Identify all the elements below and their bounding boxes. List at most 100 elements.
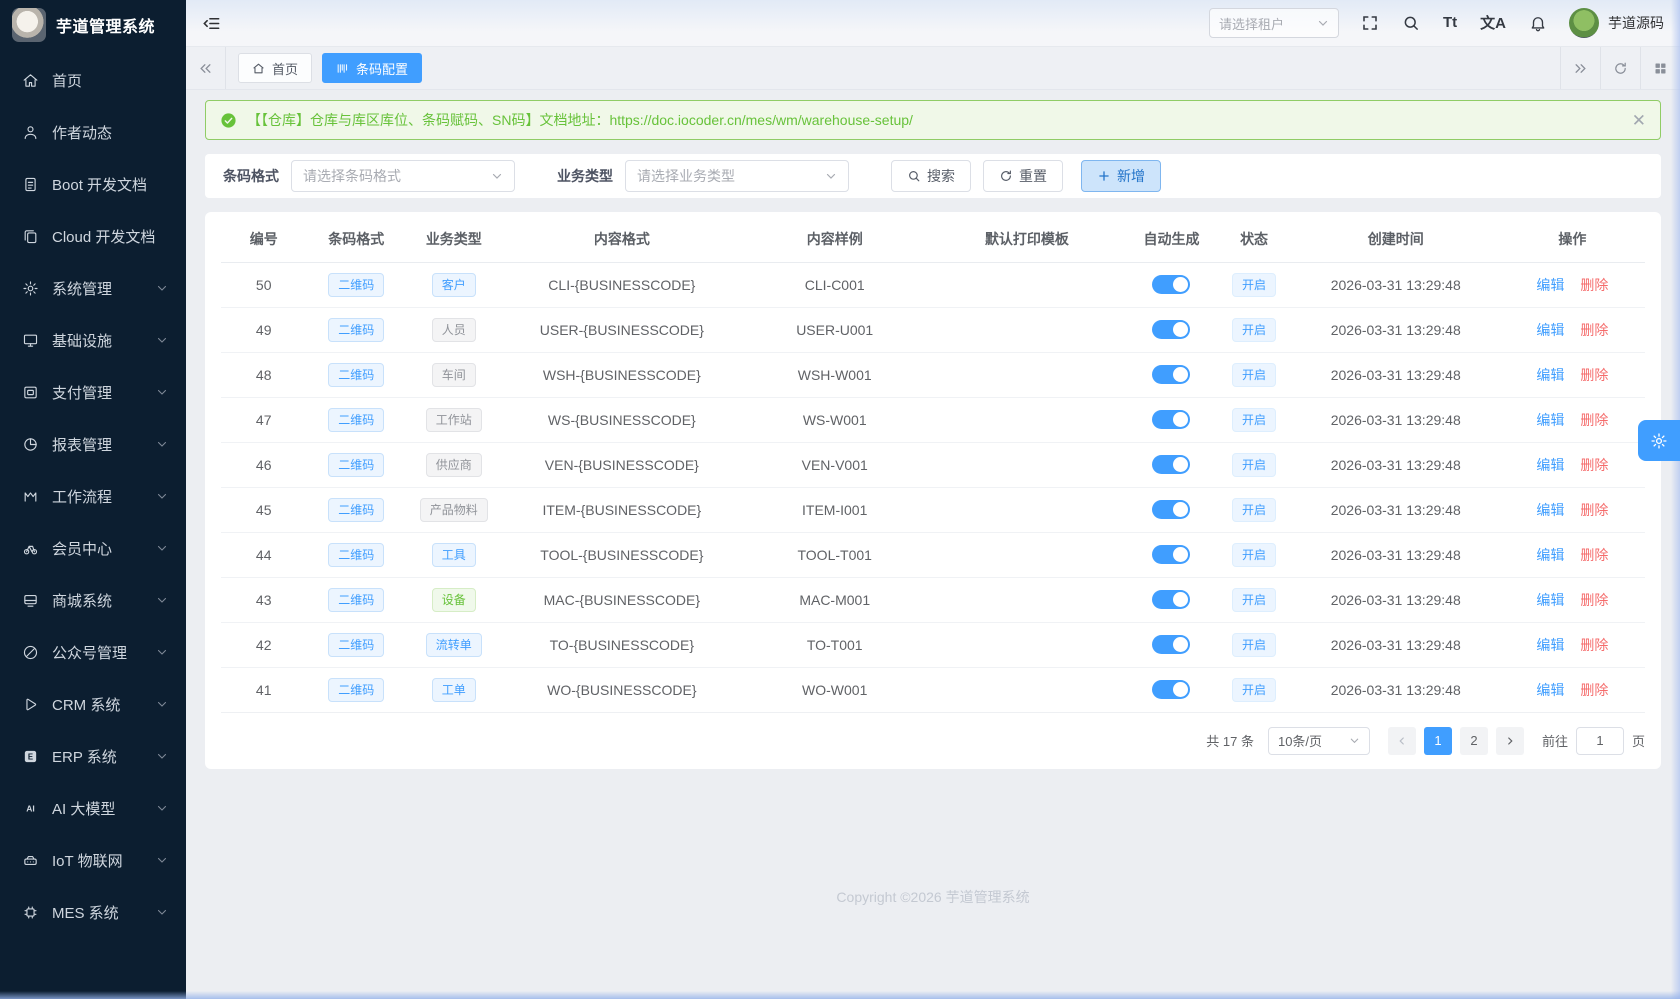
delete-button[interactable]: 删除 bbox=[1580, 412, 1608, 428]
barcode-format-select[interactable]: 请选择条码格式 bbox=[291, 160, 515, 192]
sidebar-item[interactable]: CRM 系统 bbox=[0, 678, 186, 730]
prev-page-icon[interactable] bbox=[1388, 727, 1416, 755]
sidebar-item[interactable]: IoT 物联网 bbox=[0, 834, 186, 886]
alert-doc-link[interactable]: https://doc.iocoder.cn/mes/wm/warehouse-… bbox=[609, 112, 912, 128]
chevron-down-icon bbox=[156, 646, 168, 658]
cell-content-format: CLI-{BUSINESSCODE} bbox=[502, 262, 743, 307]
bell-icon[interactable] bbox=[1529, 14, 1547, 32]
sidebar-item[interactable]: AI AI 大模型 bbox=[0, 782, 186, 834]
edit-button[interactable]: 编辑 bbox=[1536, 502, 1564, 518]
delete-button[interactable]: 删除 bbox=[1580, 547, 1608, 563]
cell-content-example: TO-T001 bbox=[742, 622, 927, 667]
cell-content-format: MAC-{BUSINESSCODE} bbox=[502, 577, 743, 622]
locale-icon[interactable]: 文A bbox=[1480, 12, 1506, 33]
page-size-select[interactable]: 10条/页 bbox=[1268, 727, 1370, 755]
barcode-config-table-card: 编号条码格式业务类型内容格式内容样例默认打印模板自动生成状态创建时间操作 50 … bbox=[205, 212, 1661, 769]
format-tag: 二维码 bbox=[328, 498, 384, 522]
auto-generate-toggle[interactable] bbox=[1152, 275, 1190, 294]
sidebar-item[interactable]: 支付管理 bbox=[0, 366, 186, 418]
edit-button[interactable]: 编辑 bbox=[1536, 547, 1564, 563]
user-avatar[interactable] bbox=[1569, 8, 1599, 38]
cell-print-template bbox=[927, 487, 1126, 532]
edit-button[interactable]: 编辑 bbox=[1536, 367, 1564, 383]
delete-button[interactable]: 删除 bbox=[1580, 502, 1608, 518]
status-badge: 开启 bbox=[1232, 543, 1276, 567]
sidebar-item[interactable]: 作者动态 bbox=[0, 106, 186, 158]
user-name[interactable]: 芋道源码 bbox=[1608, 13, 1664, 33]
gear-icon bbox=[1650, 432, 1668, 450]
sidebar-item[interactable]: E ERP 系统 bbox=[0, 730, 186, 782]
sidebar-item[interactable]: 工作流程 bbox=[0, 470, 186, 522]
tabs-scroll-left-icon[interactable] bbox=[186, 47, 226, 89]
sidebar-item[interactable]: Boot 开发文档 bbox=[0, 158, 186, 210]
format-tag: 二维码 bbox=[328, 408, 384, 432]
auto-generate-toggle[interactable] bbox=[1152, 680, 1190, 699]
app-title: 芋道管理系统 bbox=[56, 13, 155, 37]
search-icon[interactable] bbox=[1402, 14, 1420, 32]
sidebar-item[interactable]: 会员中心 bbox=[0, 522, 186, 574]
cell-id: 47 bbox=[221, 397, 306, 442]
search-button[interactable]: 搜索 bbox=[891, 160, 971, 192]
edit-button[interactable]: 编辑 bbox=[1536, 412, 1564, 428]
page-button-2[interactable]: 2 bbox=[1460, 727, 1488, 755]
sidebar-item[interactable]: 基础设施 bbox=[0, 314, 186, 366]
edit-button[interactable]: 编辑 bbox=[1536, 457, 1564, 473]
sidebar-item-label: MES 系统 bbox=[52, 902, 119, 923]
table-row: 43 二维码 设备 MAC-{BUSINESSCODE} MAC-M001 开启… bbox=[221, 577, 1645, 622]
tab-barcode-config[interactable]: 条码配置 bbox=[322, 53, 422, 83]
edit-button[interactable]: 编辑 bbox=[1536, 322, 1564, 338]
delete-button[interactable]: 删除 bbox=[1580, 367, 1608, 383]
auto-generate-toggle[interactable] bbox=[1152, 320, 1190, 339]
goto-label: 前往 bbox=[1542, 731, 1568, 750]
sidebar-item-label: CRM 系统 bbox=[52, 694, 120, 715]
sidebar-item[interactable]: 首页 bbox=[0, 54, 186, 106]
auto-generate-toggle[interactable] bbox=[1152, 635, 1190, 654]
type-tag: 供应商 bbox=[426, 453, 482, 477]
tabs-scroll-right-icon[interactable] bbox=[1560, 47, 1600, 89]
cell-created-time: 2026-03-31 13:29:48 bbox=[1292, 352, 1500, 397]
edit-button[interactable]: 编辑 bbox=[1536, 592, 1564, 608]
page-button-1[interactable]: 1 bbox=[1424, 727, 1452, 755]
tenant-select[interactable]: 请选择租户 bbox=[1209, 8, 1339, 38]
cell-print-template bbox=[927, 352, 1126, 397]
table-row: 44 二维码 工具 TOOL-{BUSINESSCODE} TOOL-T001 … bbox=[221, 532, 1645, 577]
delete-button[interactable]: 删除 bbox=[1580, 457, 1608, 473]
sidebar-item-label: 工作流程 bbox=[52, 486, 112, 507]
delete-button[interactable]: 删除 bbox=[1580, 682, 1608, 698]
sidebar-item[interactable]: 报表管理 bbox=[0, 418, 186, 470]
type-tag: 工具 bbox=[432, 543, 476, 567]
auto-generate-toggle[interactable] bbox=[1152, 545, 1190, 564]
tab-home[interactable]: 首页 bbox=[238, 53, 312, 83]
tabs-menu-grid-icon[interactable] bbox=[1640, 47, 1680, 89]
edit-button[interactable]: 编辑 bbox=[1536, 637, 1564, 653]
theme-settings-button[interactable] bbox=[1638, 420, 1680, 461]
edit-button[interactable]: 编辑 bbox=[1536, 277, 1564, 293]
next-page-icon[interactable] bbox=[1496, 727, 1524, 755]
auto-generate-toggle[interactable] bbox=[1152, 455, 1190, 474]
refresh-page-icon[interactable] bbox=[1600, 47, 1640, 89]
auto-generate-toggle[interactable] bbox=[1152, 410, 1190, 429]
delete-button[interactable]: 删除 bbox=[1580, 322, 1608, 338]
sidebar-item[interactable]: MES 系统 bbox=[0, 886, 186, 938]
goto-page-input[interactable] bbox=[1576, 727, 1624, 755]
fullscreen-icon[interactable] bbox=[1361, 14, 1379, 32]
sidebar-item[interactable]: 商城系统 bbox=[0, 574, 186, 626]
reset-button[interactable]: 重置 bbox=[983, 160, 1063, 192]
business-type-select[interactable]: 请选择业务类型 bbox=[625, 160, 849, 192]
delete-button[interactable]: 删除 bbox=[1580, 277, 1608, 293]
sidebar-item[interactable]: 公众号管理 bbox=[0, 626, 186, 678]
table-header-row: 编号条码格式业务类型内容格式内容样例默认打印模板自动生成状态创建时间操作 bbox=[221, 216, 1645, 262]
sidebar-item[interactable]: Cloud 开发文档 bbox=[0, 210, 186, 262]
delete-button[interactable]: 删除 bbox=[1580, 637, 1608, 653]
auto-generate-toggle[interactable] bbox=[1152, 500, 1190, 519]
sidebar-item[interactable]: 系统管理 bbox=[0, 262, 186, 314]
collapse-sidebar-icon[interactable] bbox=[202, 14, 221, 33]
edit-button[interactable]: 编辑 bbox=[1536, 682, 1564, 698]
delete-button[interactable]: 删除 bbox=[1580, 592, 1608, 608]
add-button[interactable]: 新增 bbox=[1081, 160, 1161, 192]
auto-generate-toggle[interactable] bbox=[1152, 590, 1190, 609]
font-size-icon[interactable]: Tt bbox=[1443, 14, 1457, 31]
auto-generate-toggle[interactable] bbox=[1152, 365, 1190, 384]
close-icon[interactable]: ✕ bbox=[1632, 112, 1646, 129]
app-logo-row[interactable]: 芋道管理系统 bbox=[0, 0, 186, 50]
